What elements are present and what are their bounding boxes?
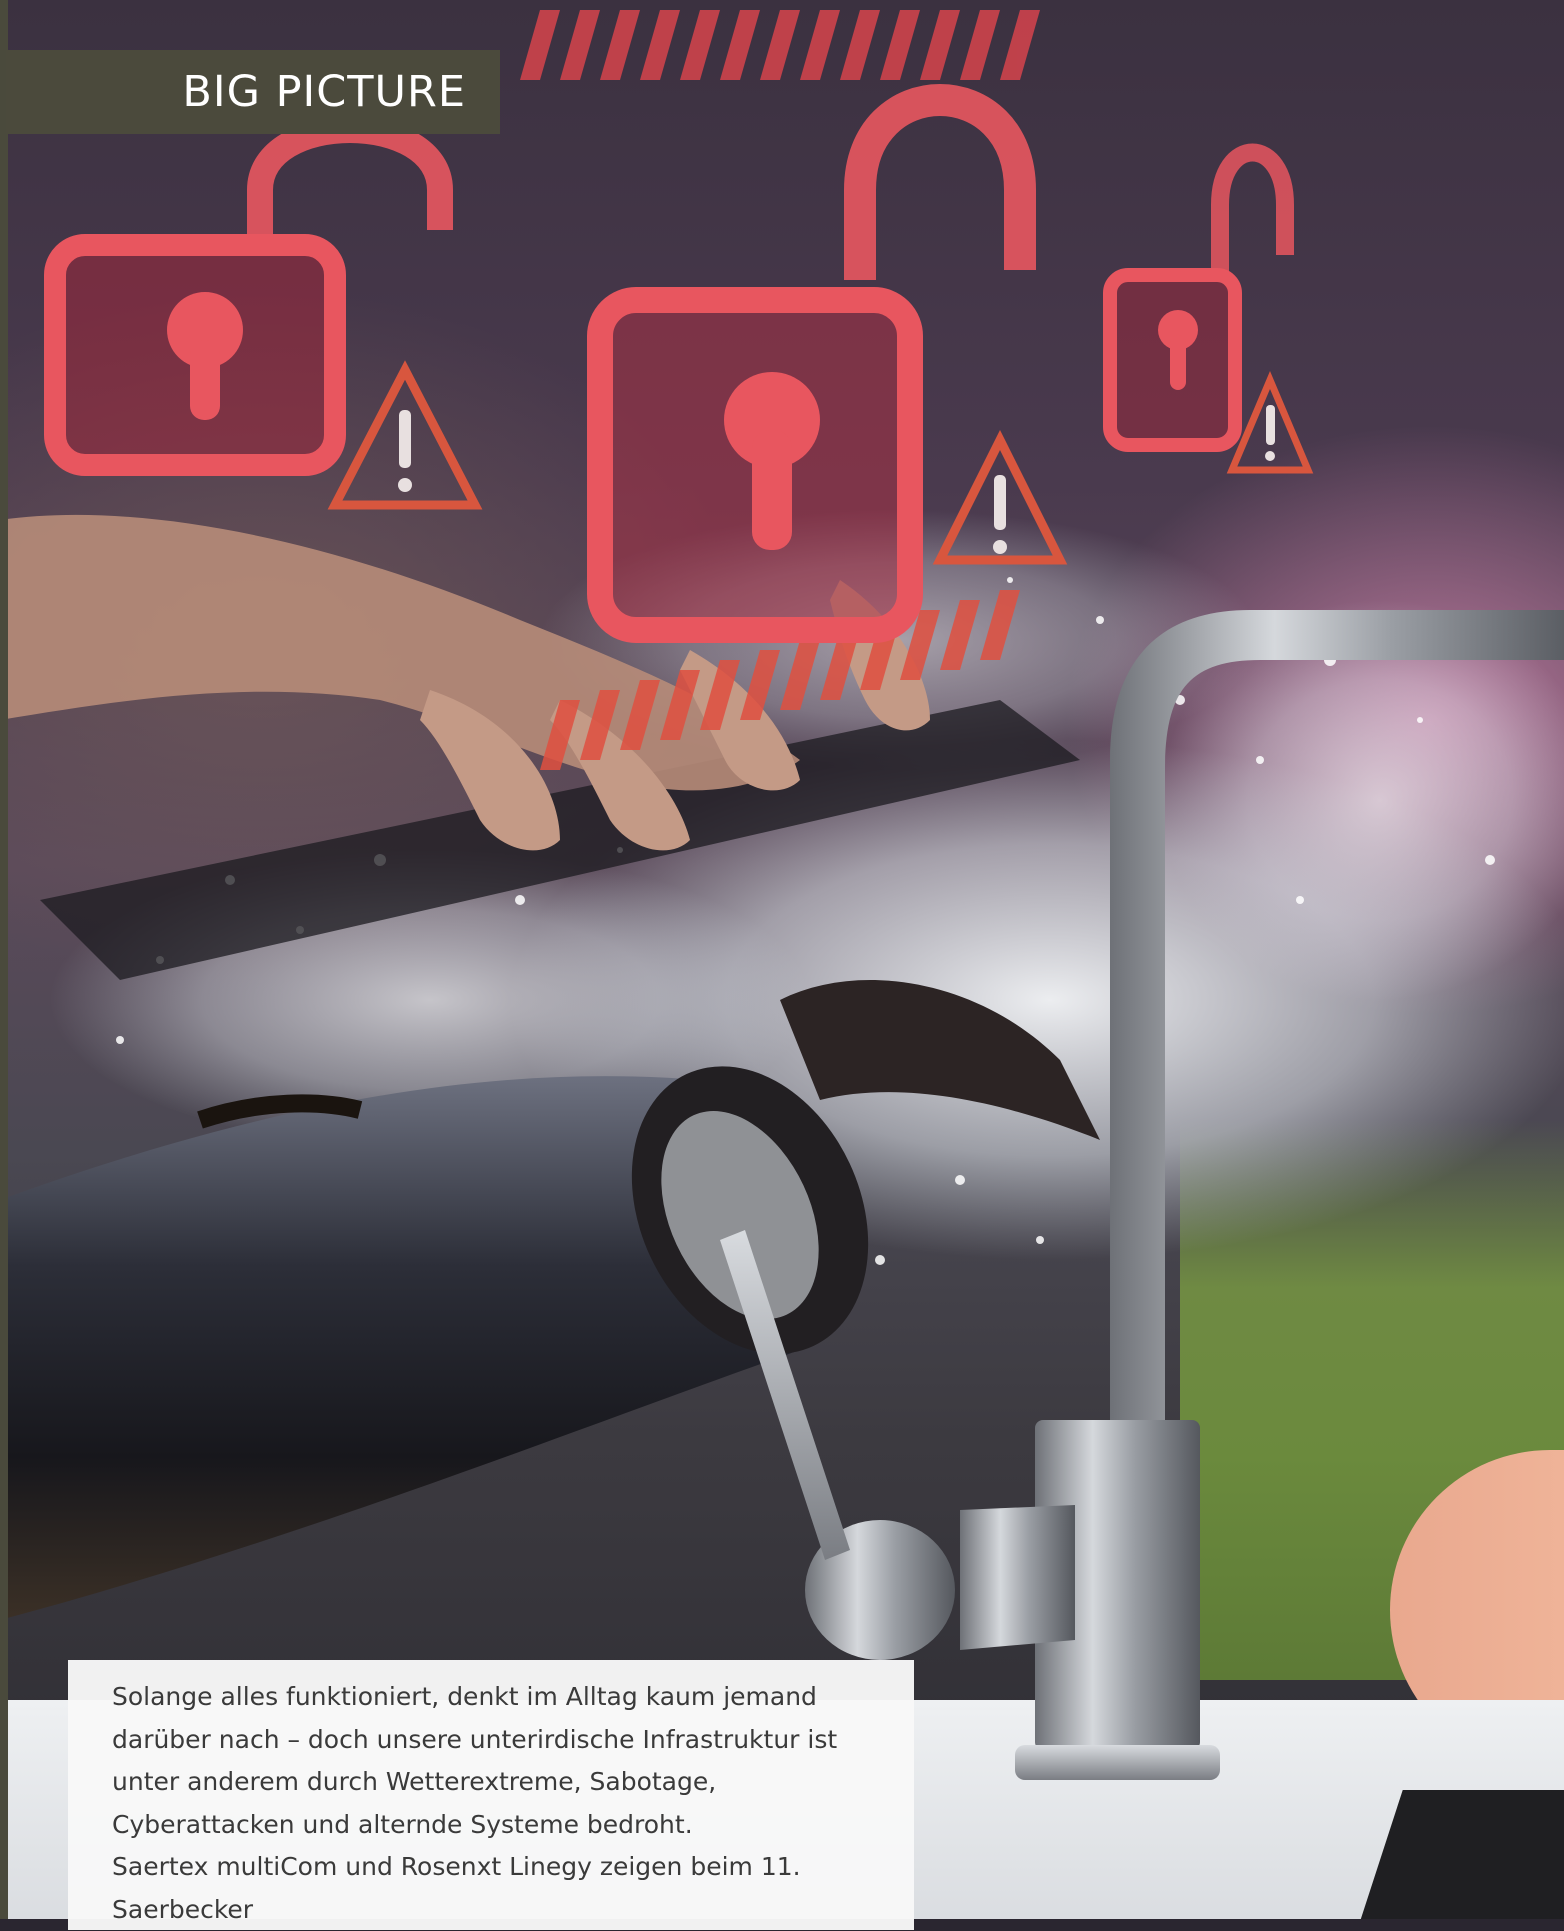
section-label-text: BIG PICTURE [182,67,466,117]
left-edge-bar [0,0,8,1919]
faucet [720,610,1564,1780]
hero-image [0,0,1564,1919]
intro-text-box: Solange alles funktioniert, denkt im All… [68,1660,914,1930]
intro-paragraph-2: Saertex multiCom und Rosenxt Linegy zeig… [112,1852,801,1924]
intro-paragraph-1: Solange alles funktioniert, denkt im All… [112,1682,838,1839]
section-label: BIG PICTURE [6,50,500,134]
